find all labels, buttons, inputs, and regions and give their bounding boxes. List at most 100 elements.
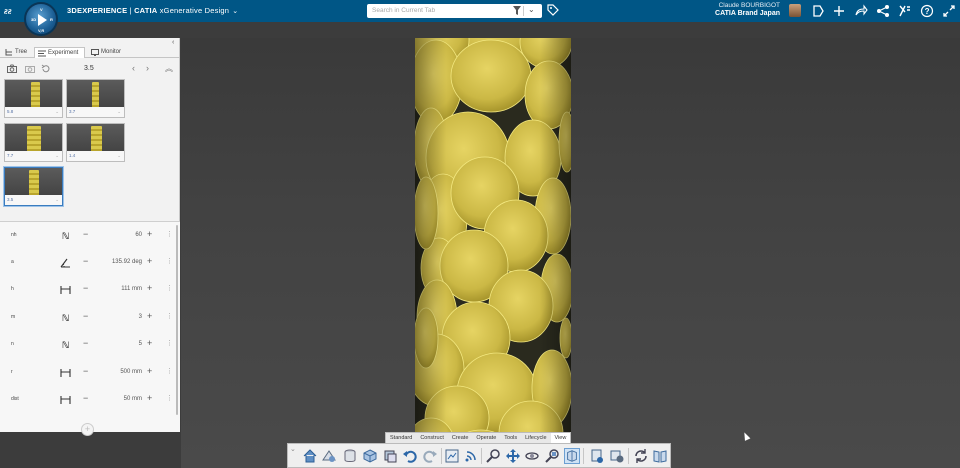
cube-select-icon[interactable]: [362, 448, 378, 464]
user-info[interactable]: Claude BOURBIGOT CATIA Brand Japan: [660, 2, 780, 17]
tag-icon[interactable]: [547, 4, 559, 16]
scrollbar[interactable]: [176, 225, 178, 415]
parameter-value[interactable]: 500 mm: [96, 369, 142, 375]
collapse-panel-icon[interactable]: ‹: [172, 39, 174, 46]
top-bar: ƨƨ 3DEXPERIENCE | CATIA xGenerative Desi…: [0, 0, 960, 22]
chevron-down-icon[interactable]: ⌄: [55, 107, 59, 117]
experiment-thumbnail-selected[interactable]: 3.5 ⌄: [4, 167, 63, 206]
tab-lifecycle[interactable]: Lifecycle: [521, 433, 550, 443]
zoom-icon[interactable]: [485, 448, 501, 464]
increment-button[interactable]: +: [147, 229, 152, 239]
experiment-thumbnail[interactable]: 5.8 ⌄: [4, 79, 63, 118]
snapshot-icon[interactable]: [25, 64, 35, 74]
experiment-thumbnail[interactable]: 3.7 ⌄: [66, 79, 125, 118]
bookmark-icon[interactable]: [811, 4, 825, 18]
zoom-fit-icon[interactable]: [544, 448, 560, 464]
compass-letter-bottom: V,R: [38, 28, 45, 33]
camera-icon[interactable]: [7, 64, 17, 74]
decrement-button[interactable]: −: [83, 229, 88, 239]
increment-button[interactable]: +: [147, 366, 152, 376]
tab-tools[interactable]: Tools: [500, 433, 521, 443]
add-parameter-button[interactable]: +: [81, 423, 94, 436]
reset-icon[interactable]: [41, 64, 51, 74]
rotate-icon[interactable]: [524, 448, 540, 464]
add-icon[interactable]: [832, 4, 846, 18]
collapse-up-icon[interactable]: ︽: [165, 63, 173, 74]
3d-viewport[interactable]: [181, 38, 960, 468]
increment-button[interactable]: +: [147, 338, 152, 348]
more-options-icon[interactable]: ⋮: [166, 339, 173, 347]
more-options-icon[interactable]: ⋮: [166, 394, 173, 402]
parameter-value[interactable]: 50 mm: [96, 396, 142, 402]
refresh-icon[interactable]: [633, 448, 649, 464]
parameter-value[interactable]: 5: [96, 341, 142, 347]
expand-icon[interactable]: [942, 4, 956, 18]
dassault-logo-icon[interactable]: ƨƨ: [4, 3, 20, 17]
share-icon[interactable]: [876, 4, 890, 18]
search-box[interactable]: Search in Current Tab ⌄: [367, 4, 542, 18]
tab-create[interactable]: Create: [448, 433, 473, 443]
parameter-row: n ℕ − 5 + ⋮: [0, 332, 178, 360]
tab-standard[interactable]: Standard: [386, 433, 416, 443]
tab-monitor[interactable]: Monitor: [88, 47, 130, 58]
cube-copy-icon[interactable]: [382, 448, 398, 464]
experiment-thumbnail[interactable]: 7.7 ⌄: [4, 123, 63, 162]
chevron-down-icon[interactable]: ⌄: [55, 151, 59, 161]
previous-icon[interactable]: ‹: [132, 63, 135, 73]
parameter-name: nh: [11, 232, 17, 238]
increment-button[interactable]: +: [147, 283, 152, 293]
app-title[interactable]: 3DEXPERIENCE | CATIA xGenerative Design ⌄: [67, 6, 238, 15]
generative-column-model[interactable]: [181, 38, 960, 468]
tab-tree[interactable]: Tree: [2, 47, 34, 58]
decrement-button[interactable]: −: [83, 256, 88, 266]
gear-cube-icon[interactable]: [609, 448, 625, 464]
chevron-down-icon[interactable]: ⌄: [232, 7, 238, 15]
experiment-thumbnail[interactable]: 1.4 ⌄: [66, 123, 125, 162]
share-forward-icon[interactable]: [854, 4, 868, 18]
increment-button[interactable]: +: [147, 311, 152, 321]
plan-icon[interactable]: [321, 448, 337, 464]
chevron-down-icon[interactable]: ⌄: [55, 195, 59, 205]
layer-icon[interactable]: [589, 448, 605, 464]
decrement-button[interactable]: −: [83, 311, 88, 321]
pan-icon[interactable]: [505, 448, 521, 464]
chevron-down-icon[interactable]: ⌄: [290, 445, 296, 453]
parameter-value[interactable]: 135.92 deg: [96, 259, 142, 265]
decrement-button[interactable]: −: [83, 338, 88, 348]
help-icon[interactable]: ?: [920, 4, 934, 18]
decrement-button[interactable]: −: [83, 366, 88, 376]
chevron-down-icon[interactable]: ⌄: [117, 107, 121, 117]
undo-icon[interactable]: [402, 448, 418, 464]
capture-icon[interactable]: [444, 448, 460, 464]
book-icon[interactable]: [652, 448, 668, 464]
tab-operate[interactable]: Operate: [472, 433, 500, 443]
parameter-value[interactable]: 3: [96, 314, 142, 320]
tools-icon[interactable]: [898, 4, 912, 18]
panel-tabs: Tree Experiment Monitor: [0, 47, 180, 58]
more-options-icon[interactable]: ⋮: [166, 312, 173, 320]
tab-construct[interactable]: Construct: [416, 433, 448, 443]
home-icon[interactable]: [302, 448, 318, 464]
tab-experiment[interactable]: Experiment: [34, 47, 85, 58]
view-mode-icon[interactable]: [564, 448, 580, 464]
filter-icon[interactable]: [513, 6, 521, 16]
more-options-icon[interactable]: ⋮: [166, 284, 173, 292]
chevron-down-icon[interactable]: ⌄: [528, 5, 535, 14]
compass-button[interactable]: 3D V R V,R: [24, 2, 58, 36]
more-options-icon[interactable]: ⋮: [166, 257, 173, 265]
chevron-down-icon[interactable]: ⌄: [117, 151, 121, 161]
next-icon[interactable]: ›: [146, 63, 149, 73]
redo-icon[interactable]: [422, 448, 438, 464]
database-icon[interactable]: [342, 448, 358, 464]
tab-view[interactable]: View: [550, 433, 571, 443]
increment-button[interactable]: +: [147, 393, 152, 403]
more-options-icon[interactable]: ⋮: [166, 230, 173, 238]
decrement-button[interactable]: −: [83, 393, 88, 403]
signal-icon[interactable]: [463, 448, 479, 464]
more-options-icon[interactable]: ⋮: [166, 367, 173, 375]
increment-button[interactable]: +: [147, 256, 152, 266]
parameter-value[interactable]: 60: [96, 232, 142, 238]
avatar[interactable]: [789, 4, 801, 17]
parameter-value[interactable]: 111 mm: [96, 286, 142, 292]
decrement-button[interactable]: −: [83, 283, 88, 293]
